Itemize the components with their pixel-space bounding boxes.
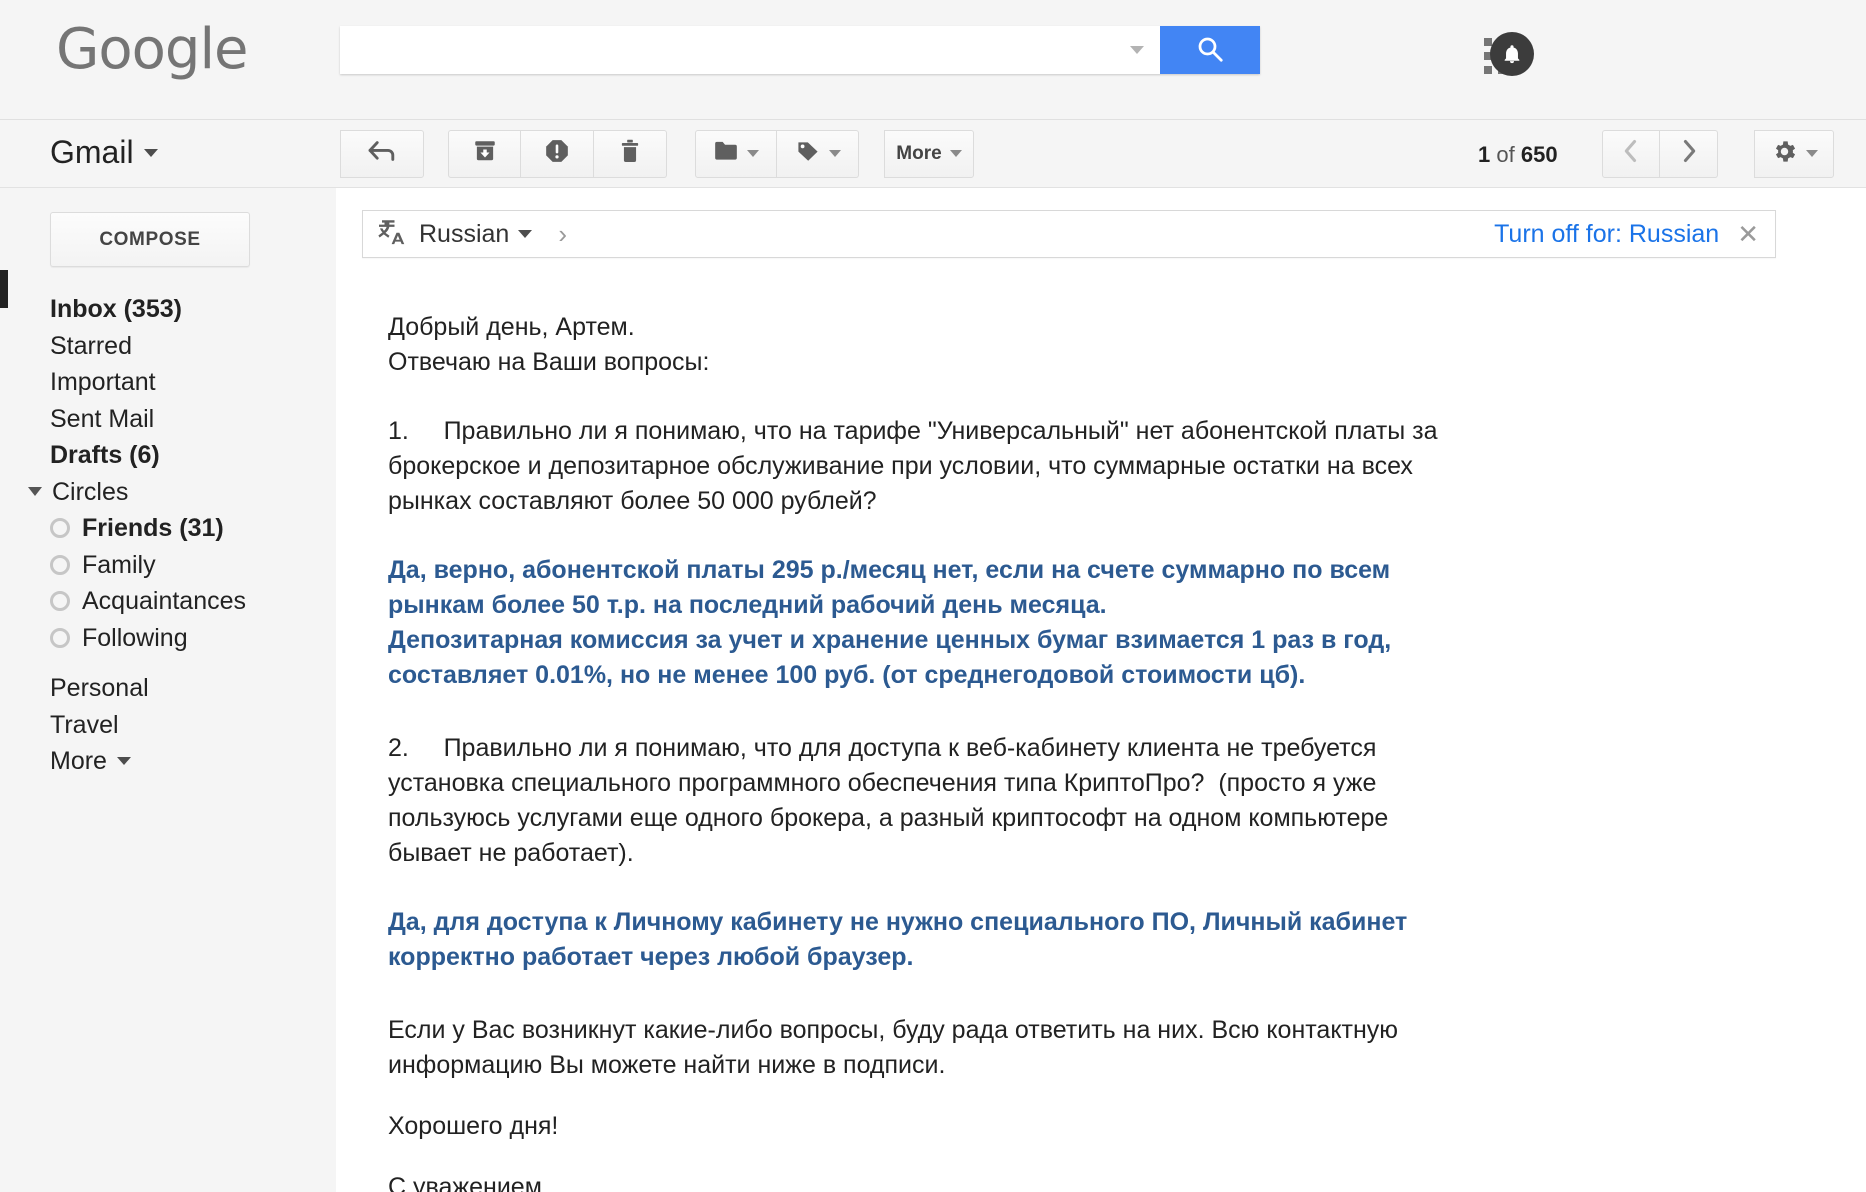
- move-to-button[interactable]: [695, 129, 777, 178]
- sidebar-item-label: Following: [82, 623, 188, 652]
- next-page-button[interactable]: [1660, 129, 1718, 178]
- message-paragraph-answer-1: Да, верно, абонентской платы 295 р./меся…: [388, 556, 1392, 689]
- selected-indicator: [0, 270, 8, 308]
- label-tag-icon: [795, 139, 821, 168]
- circle-icon: [50, 518, 70, 539]
- turn-off-translate-link[interactable]: Turn off for: Russian: [1494, 220, 1719, 249]
- chevron-right-icon: [1678, 138, 1700, 169]
- prev-page-button[interactable]: [1602, 129, 1660, 178]
- sidebar-item-personal[interactable]: Personal: [0, 670, 336, 707]
- message-paragraph-sign-off: С уважением,: [388, 1173, 549, 1192]
- sidebar-item-label: Acquaintances: [82, 587, 247, 615]
- close-icon[interactable]: ✕: [1737, 221, 1759, 247]
- pager-of: of: [1496, 142, 1515, 167]
- sidebar-divider-space: [0, 656, 336, 670]
- translate-bar: Russian › Turn off for: Russian ✕: [362, 210, 1776, 258]
- message-paragraph-good-day: Хорошего дня!: [388, 1112, 559, 1140]
- compose-button[interactable]: COMPOSE: [50, 212, 250, 267]
- chevron-down-icon[interactable]: [518, 230, 533, 238]
- search-icon: [1195, 34, 1225, 67]
- chevron-down-icon[interactable]: [828, 150, 841, 157]
- translate-icon: [377, 217, 407, 251]
- sidebar-item-more[interactable]: More: [0, 743, 336, 780]
- pagination-buttons: [1602, 129, 1718, 178]
- message-body: Добрый день, Артем. Отвечаю на Ваши вопр…: [336, 258, 1866, 1192]
- more-label: More: [896, 142, 942, 164]
- translate-language-dropdown[interactable]: Russian: [419, 219, 533, 249]
- mail-toolbar: Gmail More 1 of 650: [0, 120, 1866, 188]
- sidebar-item-travel[interactable]: Travel: [0, 707, 336, 744]
- back-arrow-icon: [367, 139, 397, 168]
- folder-icon: [713, 139, 739, 168]
- report-spam-button[interactable]: [521, 129, 594, 178]
- back-button-group: [340, 129, 424, 178]
- circle-icon: [50, 591, 70, 612]
- main-area: COMPOSE Inbox (353) Starred Important Se…: [0, 188, 1866, 1192]
- sidebar-item-label: Family: [82, 550, 156, 579]
- message-pane: Russian › Turn off for: Russian ✕ Добрый…: [336, 188, 1866, 1192]
- archive-icon: [472, 138, 498, 169]
- settings-button[interactable]: [1754, 129, 1834, 178]
- circle-icon: [50, 627, 70, 648]
- labels-button[interactable]: [777, 129, 859, 178]
- gear-icon: [1771, 138, 1798, 170]
- move-label-group: [695, 129, 859, 178]
- sidebar-item-acquaintances[interactable]: Acquaintances: [0, 583, 336, 620]
- chevron-down-icon[interactable]: [747, 150, 759, 157]
- top-bar: Google: [0, 0, 1866, 120]
- sidebar-group-label: Circles: [52, 477, 129, 506]
- archive-button[interactable]: [448, 129, 521, 178]
- sidebar-item-family[interactable]: Family: [0, 547, 336, 584]
- settings-group: [1754, 129, 1834, 178]
- delete-button[interactable]: [594, 129, 667, 178]
- sidebar-item-starred[interactable]: Starred: [0, 328, 336, 365]
- sidebar-item-sent-mail[interactable]: Sent Mail: [0, 401, 336, 438]
- search-button[interactable]: [1160, 26, 1260, 74]
- circle-icon: [50, 554, 70, 575]
- sidebar-item-friends[interactable]: Friends (31): [0, 510, 336, 547]
- more-group: More: [884, 129, 974, 178]
- chevron-down-icon[interactable]: [28, 487, 42, 497]
- pager-total: 650: [1520, 142, 1558, 167]
- page-title: Gmail: [50, 134, 134, 170]
- google-logo: Google: [56, 17, 248, 82]
- sidebar-group-circles[interactable]: Circles: [0, 474, 336, 511]
- sidebar-item-inbox[interactable]: Inbox (353): [0, 291, 336, 328]
- chevron-down-icon[interactable]: [116, 757, 131, 766]
- sidebar-nav: Inbox (353) Starred Important Sent Mail …: [0, 291, 336, 780]
- translate-language-label: Russian: [419, 219, 510, 248]
- archive-spam-delete-group: [448, 129, 667, 178]
- sidebar-item-following[interactable]: Following: [0, 620, 336, 657]
- sidebar-item-drafts[interactable]: Drafts (6): [0, 437, 336, 474]
- sidebar-item-label: Friends (31): [82, 514, 224, 542]
- chevron-down-icon[interactable]: [143, 148, 158, 157]
- message-paragraph-closing: Если у Вас возникнут какие-либо вопросы,…: [388, 1016, 1406, 1079]
- message-paragraph-greeting: Добрый день, Артем. Отвечаю на Ваши вопр…: [388, 313, 710, 376]
- pagination-count: 1 of 650: [1478, 142, 1558, 168]
- message-paragraph-question-2: 2. Правильно ли я понимаю, что для досту…: [388, 734, 1396, 867]
- notifications-bell-icon[interactable]: [1490, 32, 1534, 76]
- search-input[interactable]: [340, 26, 1160, 74]
- chevron-down-icon[interactable]: [1805, 150, 1818, 157]
- message-paragraph-answer-2: Да, для доступа к Личному кабинету не ну…: [388, 908, 1415, 971]
- more-actions-button[interactable]: More: [884, 129, 974, 178]
- gmail-title-dropdown[interactable]: Gmail: [50, 134, 158, 171]
- sidebar-item-important[interactable]: Important: [0, 364, 336, 401]
- chevron-left-icon: [1620, 138, 1642, 169]
- translate-direction-arrow-icon: ›: [558, 219, 567, 249]
- pager-current: 1: [1478, 142, 1491, 167]
- report-spam-icon: [544, 138, 570, 169]
- back-to-inbox-button[interactable]: [340, 129, 424, 178]
- sidebar: COMPOSE Inbox (353) Starred Important Se…: [0, 188, 336, 1192]
- trash-icon: [617, 138, 643, 169]
- search-bar[interactable]: [340, 26, 1260, 74]
- sidebar-item-label: More: [50, 747, 107, 775]
- message-paragraph-question-1: 1. Правильно ли я понимаю, что на тарифе…: [388, 417, 1445, 515]
- chevron-down-icon[interactable]: [949, 150, 962, 157]
